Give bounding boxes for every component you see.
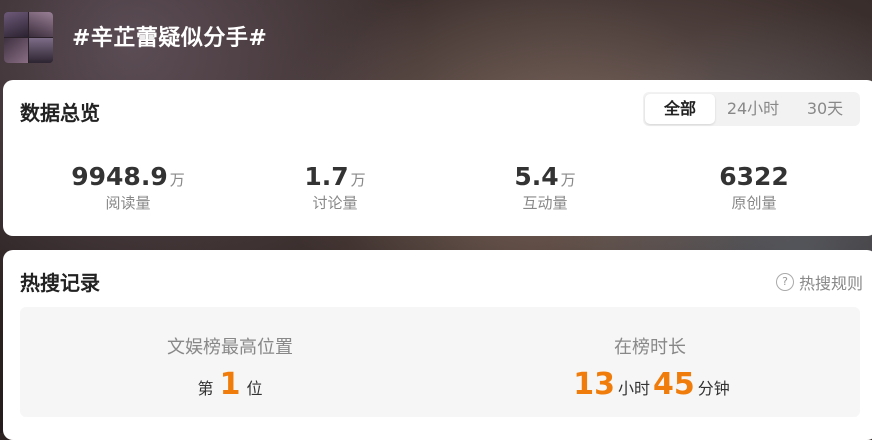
stat-value: 6322 <box>719 162 789 191</box>
stat-label: 原创量 <box>731 194 777 212</box>
rules-label: 热搜规则 <box>799 274 864 293</box>
position-suffix: 位 <box>246 379 263 398</box>
stat-value: 9948.9 <box>71 162 168 191</box>
tab-all[interactable]: 全部 <box>645 94 715 124</box>
stat-label: 阅读量 <box>105 194 151 212</box>
hot-search-title: 热搜记录 <box>20 271 100 295</box>
stat-unit: 万 <box>169 171 185 189</box>
topic-cover-image[interactable] <box>4 12 53 63</box>
position-value: 1 <box>219 367 241 402</box>
stat-interactions: 5.4 万 互动量 <box>435 162 655 213</box>
stat-label: 互动量 <box>522 194 568 212</box>
hot-search-card: 热搜记录 ? 热搜规则 文娱榜最高位置 第 1 位 在榜时长 13 小时 45 … <box>3 250 872 440</box>
tab-24h[interactable]: 24小时 <box>715 94 791 124</box>
stat-reads: 9948.9 万 阅读量 <box>18 162 238 213</box>
stat-label: 讨论量 <box>312 194 358 212</box>
stat-discussions: 1.7 万 讨论量 <box>225 162 445 213</box>
duration-block: 在榜时长 13 小时 45 分钟 <box>440 307 860 402</box>
stat-unit: 万 <box>560 171 576 189</box>
duration-minutes-unit: 分钟 <box>697 379 730 398</box>
highest-position-label: 文娱榜最高位置 <box>167 337 293 358</box>
highest-position-block: 文娱榜最高位置 第 1 位 <box>20 307 440 402</box>
question-circle-icon: ? <box>776 273 794 291</box>
stat-value: 5.4 <box>514 162 559 191</box>
hot-search-summary: 文娱榜最高位置 第 1 位 在榜时长 13 小时 45 分钟 <box>20 307 860 417</box>
duration-label: 在榜时长 <box>614 337 686 358</box>
overview-stats: 9948.9 万 阅读量 1.7 万 讨论量 5.4 万 互动量 6322 原创量 <box>3 162 872 222</box>
tab-30d[interactable]: 30天 <box>791 94 859 124</box>
stat-unit: 万 <box>350 171 366 189</box>
duration-minutes: 45 <box>653 367 695 402</box>
hot-search-rules-link[interactable]: ? 热搜规则 <box>776 270 863 294</box>
duration-hours: 13 <box>573 367 615 402</box>
topic-header: #辛芷蕾疑似分手# <box>0 0 872 80</box>
duration-hours-unit: 小时 <box>617 379 650 398</box>
data-overview-card: 数据总览 全部 24小时 30天 9948.9 万 阅读量 1.7 万 讨论量 5.… <box>3 80 872 236</box>
time-range-tabs: 全部 24小时 30天 <box>643 92 860 126</box>
stat-value: 1.7 <box>304 162 349 191</box>
topic-title: #辛芷蕾疑似分手# <box>72 26 268 51</box>
position-prefix: 第 <box>197 379 214 398</box>
overview-title: 数据总览 <box>20 101 100 125</box>
stat-originals: 6322 原创量 <box>644 162 864 213</box>
